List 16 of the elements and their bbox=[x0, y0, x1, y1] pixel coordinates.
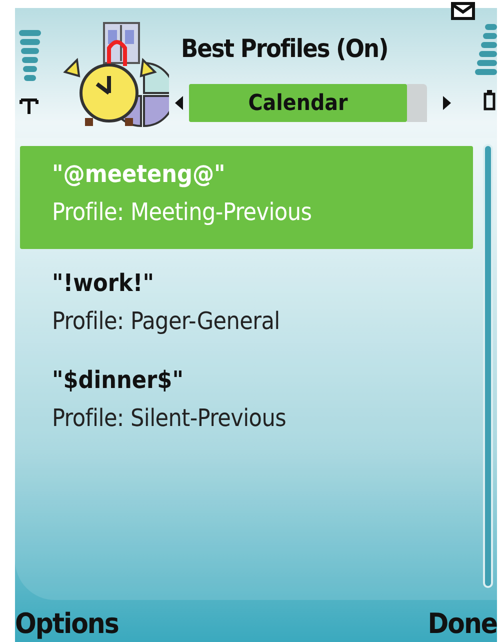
next-tab-edge bbox=[407, 84, 427, 122]
item-profile-text: Profile: Meeting-Previous bbox=[52, 198, 313, 226]
left-arrow-icon[interactable] bbox=[175, 96, 183, 110]
item-title: "@meeteng@" bbox=[52, 160, 226, 190]
profile-list-item[interactable]: "$dinner$" Profile: Silent-Previous bbox=[20, 352, 473, 449]
done-softkey[interactable]: Done bbox=[428, 607, 497, 640]
item-profile-text: Profile: Silent-Previous bbox=[52, 404, 288, 432]
item-title: "$dinner$" bbox=[52, 366, 184, 396]
envelope-icon bbox=[451, 2, 475, 20]
app-title: Best Profiles (On) bbox=[181, 34, 389, 65]
right-arrow-icon[interactable] bbox=[443, 96, 451, 110]
item-profile-text: Profile: Pager-General bbox=[52, 307, 281, 335]
options-softkey[interactable]: Options bbox=[15, 607, 118, 640]
profile-list-item[interactable]: "!work!" Profile: Pager-General bbox=[20, 255, 473, 352]
calendar-tab[interactable]: Calendar bbox=[189, 84, 407, 122]
item-title: "!work!" bbox=[52, 269, 155, 299]
